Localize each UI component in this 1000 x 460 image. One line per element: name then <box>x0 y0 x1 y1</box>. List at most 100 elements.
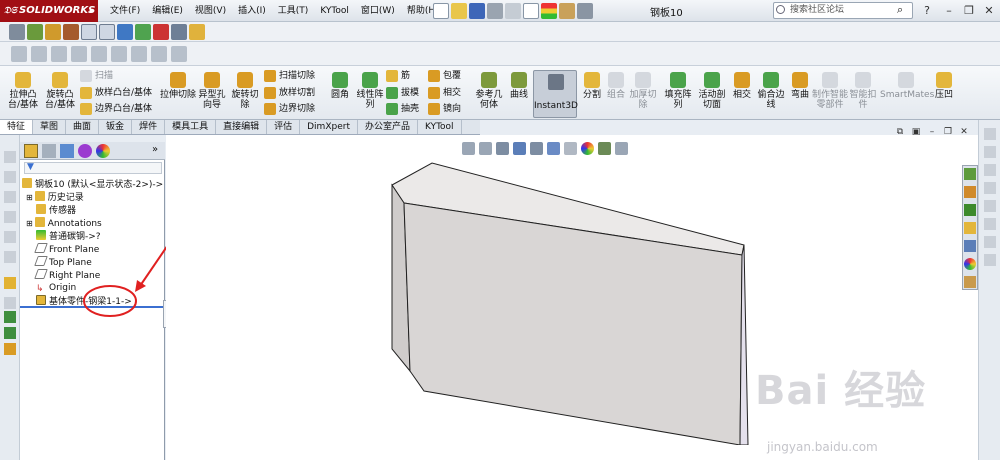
print-icon[interactable] <box>487 3 503 19</box>
menu-kytool[interactable]: KYTool <box>314 3 355 19</box>
lofted-cut-button[interactable]: 放样切割 <box>264 86 315 100</box>
zoom-area-icon[interactable] <box>479 142 492 155</box>
flex-button[interactable]: 弯曲 <box>788 72 812 100</box>
undo-icon[interactable] <box>505 3 521 19</box>
rail-box5-icon[interactable] <box>4 231 16 243</box>
rail-box4-icon[interactable] <box>4 211 16 223</box>
list-icon[interactable] <box>31 46 47 62</box>
appearance-icon[interactable] <box>581 142 594 155</box>
sheet-icon[interactable] <box>71 46 87 62</box>
kytool-sheet-icon[interactable] <box>117 24 133 40</box>
make-smart-part-button[interactable]: 制作智能零部件 <box>812 72 848 110</box>
kytool-frame-icon[interactable] <box>189 24 205 40</box>
wrap-button[interactable]: 包覆 <box>428 69 461 83</box>
property-tab-icon[interactable] <box>42 144 56 158</box>
search-tab-icon[interactable] <box>964 222 976 234</box>
shell-button[interactable]: 抽壳 <box>386 102 419 116</box>
rail-right-5-icon[interactable] <box>984 200 996 212</box>
kytool-wrench-icon[interactable] <box>27 24 43 40</box>
swept-cut-button[interactable]: 扫描切除 <box>264 69 315 83</box>
revolve-boss-button[interactable]: 旋转凸台/基体 <box>42 72 78 110</box>
view-settings-icon[interactable] <box>615 142 628 155</box>
expand-chevron-icon[interactable]: » <box>152 144 158 155</box>
appearances-tab-icon[interactable] <box>964 258 976 270</box>
steel-plate-model[interactable] <box>380 155 760 445</box>
kytool-box-icon[interactable] <box>135 24 151 40</box>
select-cursor-icon[interactable] <box>523 3 539 19</box>
filter-bar[interactable]: ▼ <box>24 162 162 174</box>
tab-surfaces[interactable]: 曲面 <box>66 120 100 134</box>
kytool-link-icon[interactable] <box>99 24 115 40</box>
expand-plus-icon[interactable]: ⊞ <box>26 193 33 202</box>
design-library-tab-icon[interactable] <box>964 186 976 198</box>
search-dropdown-icon[interactable]: ⌕ <box>897 3 903 17</box>
rib-button[interactable]: 筋 <box>386 69 410 83</box>
menu-view[interactable]: 视图(V) <box>189 3 232 19</box>
rail-orange-icon[interactable] <box>4 343 16 355</box>
rail-green-icon[interactable] <box>4 311 16 323</box>
search-input[interactable]: 搜索社区论坛 <box>773 2 913 19</box>
tree-item-history[interactable]: ⊞ 历史记录 <box>26 191 84 204</box>
kytool-active-icon[interactable] <box>81 24 97 40</box>
new-document-icon[interactable] <box>433 3 449 19</box>
custom-properties-tab-icon[interactable] <box>964 276 976 288</box>
restore-button[interactable]: ❐ <box>960 2 978 19</box>
zoom-icon[interactable] <box>11 46 27 62</box>
menu-insert[interactable]: 插入(I) <box>232 3 272 19</box>
rail-box6-icon[interactable] <box>4 251 16 263</box>
rail-right-2-icon[interactable] <box>984 146 996 158</box>
intersect2-button[interactable]: 相交 <box>730 72 754 100</box>
display-tab-icon[interactable] <box>96 144 110 158</box>
loft-boss-button[interactable]: 放样凸台/基体 <box>80 86 152 100</box>
boundary-boss-button[interactable]: 边界凸台/基体 <box>80 102 152 116</box>
smartmates-button[interactable]: SmartMates <box>880 72 934 100</box>
thicken-cut-button[interactable]: 加厚切除 <box>628 72 658 110</box>
tree-item-sensors[interactable]: 传感器 <box>36 204 76 217</box>
resources-tab-icon[interactable] <box>964 168 976 180</box>
boundary-cut-button[interactable]: 边界切除 <box>264 102 315 116</box>
tree-item-origin[interactable]: ↳ Origin <box>36 282 76 294</box>
sweep-button[interactable]: 扫描 <box>80 69 113 83</box>
previous-view-icon[interactable] <box>496 142 509 155</box>
rail-box3-icon[interactable] <box>4 191 16 203</box>
smart-fastener-button[interactable]: 智能扣件 <box>848 72 878 110</box>
revolve-cut-button[interactable]: 旋转切除 <box>228 72 262 110</box>
tab-dimxpert[interactable]: DimXpert <box>300 120 358 134</box>
link-icon[interactable] <box>151 46 167 62</box>
rail-right-3-icon[interactable] <box>984 164 996 176</box>
layers-icon[interactable] <box>91 46 107 62</box>
extrude-cut-button[interactable]: 拉伸切除 <box>160 72 196 100</box>
kytool-grid-icon[interactable] <box>171 24 187 40</box>
view-orientation-icon[interactable] <box>530 142 543 155</box>
viewport-minimize-button[interactable]: – <box>926 127 938 138</box>
dimxpert-tab-icon[interactable] <box>78 144 92 158</box>
extrude-boss-button[interactable]: 拉伸凸台/基体 <box>4 72 42 110</box>
viewport-split-icon[interactable]: ⧉ <box>894 127 906 138</box>
config-tab-icon[interactable] <box>60 144 74 158</box>
tab-sketch[interactable]: 草图 <box>33 120 67 134</box>
reference-geometry-button[interactable]: 参考几何体 <box>474 72 504 110</box>
split-button[interactable]: 分割 <box>580 72 604 100</box>
minimize-button[interactable]: – <box>940 2 958 19</box>
tab-weldments[interactable]: 焊件 <box>132 120 166 134</box>
tab-mold-tools[interactable]: 模具工具 <box>165 120 217 134</box>
tab-kytool[interactable]: KYTool <box>418 120 462 134</box>
rail-box2-icon[interactable] <box>4 171 16 183</box>
feature-tree-tab-icon[interactable] <box>24 144 38 158</box>
fillet-button[interactable]: 圆角 <box>326 72 354 100</box>
chart-icon[interactable] <box>171 46 187 62</box>
tab-evaluate[interactable]: 评估 <box>267 120 301 134</box>
menu-edit[interactable]: 编辑(E) <box>146 3 189 19</box>
active-section-button[interactable]: 活动剖切面 <box>696 72 728 110</box>
rail-right-1-icon[interactable] <box>984 128 996 140</box>
file-properties-icon[interactable] <box>559 3 575 19</box>
rail-sketch-icon[interactable] <box>4 277 16 289</box>
tab-features[interactable]: 特征 <box>0 120 34 134</box>
linear-pattern-button[interactable]: 线性阵列 <box>354 72 386 110</box>
menu-window[interactable]: 窗口(W) <box>355 3 401 19</box>
rail-right-4-icon[interactable] <box>984 182 996 194</box>
rail-right-8-icon[interactable] <box>984 254 996 266</box>
display-style-icon[interactable] <box>547 142 560 155</box>
save-icon[interactable] <box>469 3 485 19</box>
open-folder-icon[interactable] <box>451 3 467 19</box>
